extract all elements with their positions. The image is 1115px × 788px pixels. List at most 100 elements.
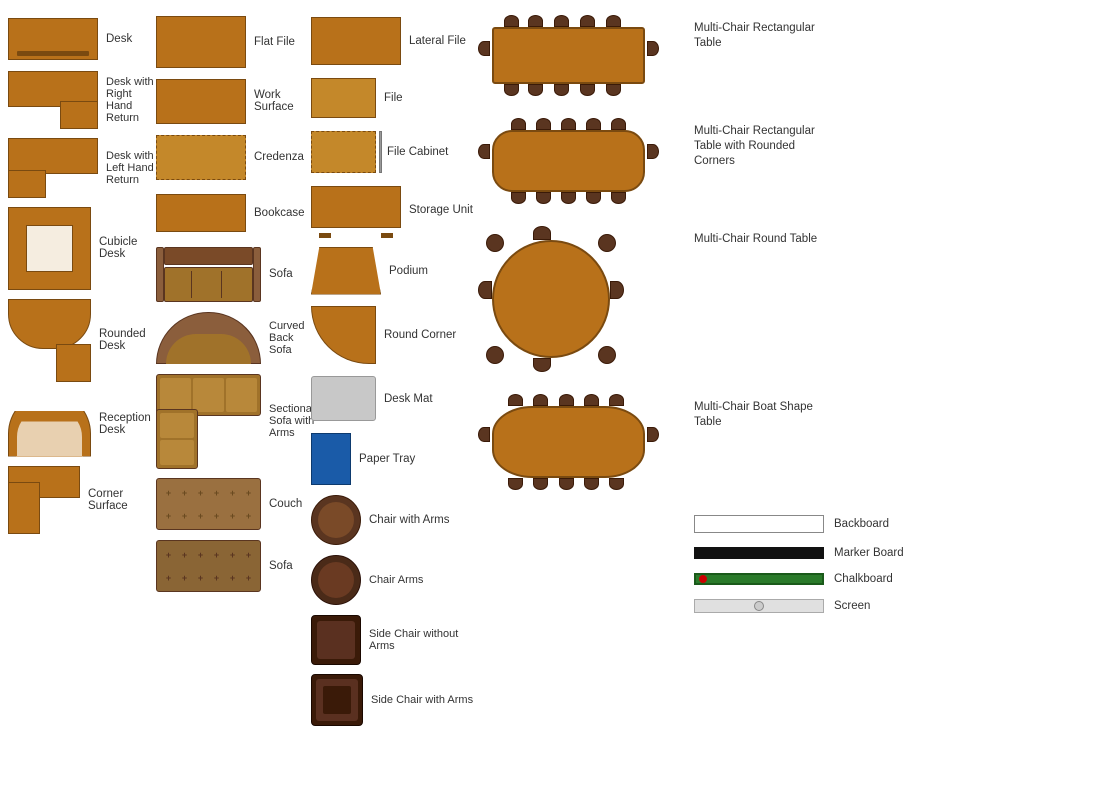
sofa2-icon: ++++++++++++ [156,540,261,592]
rect-table-icon [476,13,661,98]
list-item: Flat File [156,13,311,71]
credenza-icon [156,135,246,180]
chair-arms1-label: Chair with Arms [369,514,450,526]
list-item: Rounded Desk [8,296,156,384]
list-item: Cubicle Desk [8,204,156,292]
labels-boards-section: Multi-Chair Rectangular Table Multi-Chai… [694,13,1107,780]
boat-table-label-row: Multi-Chair Boat Shape Table [694,392,1107,510]
chair-arms2-icon [311,555,361,605]
list-item: Side Chair with Arms [311,672,476,728]
desk-icon [8,18,98,60]
rounded-table-label-row: Multi-Chair Rectangular Table with Round… [694,116,1107,224]
list-item: Desk [8,13,156,65]
side-chair-arms-label: Side Chair with Arms [371,694,473,706]
bookcase-label: Bookcase [254,207,305,219]
desk-left-label: Desk with Left Hand Return [106,150,156,186]
list-item: ++++++++++++ Sofa [156,537,311,595]
table-item [476,392,686,492]
boards-section: Backboard Marker Board Chalkboard [694,510,1107,613]
storage-label: Storage Unit [409,204,473,216]
lateral-file-icon [311,17,401,65]
board-item: Backboard [694,515,1107,533]
sofa-label: Sofa [269,268,293,280]
board-item: Screen [694,599,1107,613]
desk-right-label: Desk with Right Hand Return [106,76,156,124]
sectional-label: Sectional Sofa with Arms [269,403,314,439]
col-furniture: Flat File Work Surface Credenza Bookcase [156,8,311,780]
backboard-label: Backboard [834,518,889,530]
col-tables-boards: Multi-Chair Rectangular Table Multi-Chai… [476,8,1107,780]
col-desks: Desk Desk with Right Hand Return Desk wi… [8,8,156,780]
reception-label: Reception Desk [99,412,156,436]
boat-table-label: Multi-Chair Boat Shape Table [694,400,834,430]
rounded-desk-label: Rounded Desk [99,328,156,352]
table-item [476,116,686,206]
list-item: Work Surface [156,75,311,127]
round-table-icon [476,224,626,374]
list-item: Reception Desk [8,388,156,460]
list-item: File [311,73,476,123]
desk-right-icon [8,71,98,129]
col-filing: Lateral File File File Cabinet Storage U… [311,8,476,780]
round-corner-icon [311,306,376,364]
corner-label: Corner Surface [88,488,156,512]
couch-icon: ++++++++++++ [156,478,261,530]
chair-arms2-label: Chair Arms [369,574,423,586]
file-label: File [384,92,403,104]
board-item: Marker Board [694,547,1107,559]
board-item: Chalkboard [694,573,1107,585]
reception-icon [8,392,91,457]
list-item: Sofa [156,243,311,305]
rounded-rect-table-icon [476,116,661,206]
cubicle-icon [8,207,91,290]
desk-left-icon [8,138,98,198]
chalkboard-label: Chalkboard [834,573,893,585]
list-item: ++++++++++++ Couch [156,475,311,533]
backboard-icon [694,515,824,533]
sofa-icon [156,247,261,302]
list-item: Side Chair without Arms [311,612,476,668]
lateral-file-label: Lateral File [409,35,466,47]
chair-arms1-icon [311,495,361,545]
table-item [476,13,686,98]
side-chair-arms-icon [311,674,363,726]
tables-section [476,13,686,780]
marker-board-icon [694,547,824,559]
list-item: Podium [311,243,476,298]
podium-icon [311,247,381,295]
storage-icon [311,186,401,234]
list-item: Sectional Sofa with Arms [156,371,311,471]
screen-label: Screen [834,600,870,612]
table-item [476,224,686,374]
screen-icon [694,599,824,613]
curved-sofa-icon [156,312,261,364]
sectional-icon [156,374,261,469]
chalkboard-icon [694,573,824,585]
cubicle-label: Cubicle Desk [99,236,156,260]
list-item: Lateral File [311,13,476,69]
couch-label: Couch [269,498,302,510]
file-cabinet-icon [311,131,379,173]
boat-table-icon [476,392,661,492]
rounded-table-label: Multi-Chair Rectangular Table with Round… [694,124,834,169]
flat-file-label: Flat File [254,36,295,48]
round-table-label-row: Multi-Chair Round Table [694,224,1107,392]
round-corner-label: Round Corner [384,329,456,341]
list-item: Round Corner [311,302,476,367]
side-chair-no-arms-icon [311,615,361,665]
list-item: Corner Surface [8,464,156,536]
bookcase-icon [156,194,246,232]
list-item: Curved Back Sofa [156,309,311,367]
list-item: Paper Tray [311,430,476,488]
sofa2-label: Sofa [269,560,293,572]
list-item: Desk with Left Hand Return [8,135,156,200]
list-item: Storage Unit [311,181,476,239]
desk-mat-label: Desk Mat [384,393,433,405]
marker-board-label: Marker Board [834,547,904,559]
desk-label: Desk [106,33,132,45]
curved-sofa-label: Curved Back Sofa [269,320,311,356]
file-icon [311,78,376,118]
rounded-desk-icon [8,299,91,382]
list-item: Bookcase [156,187,311,239]
credenza-label: Credenza [254,151,304,163]
